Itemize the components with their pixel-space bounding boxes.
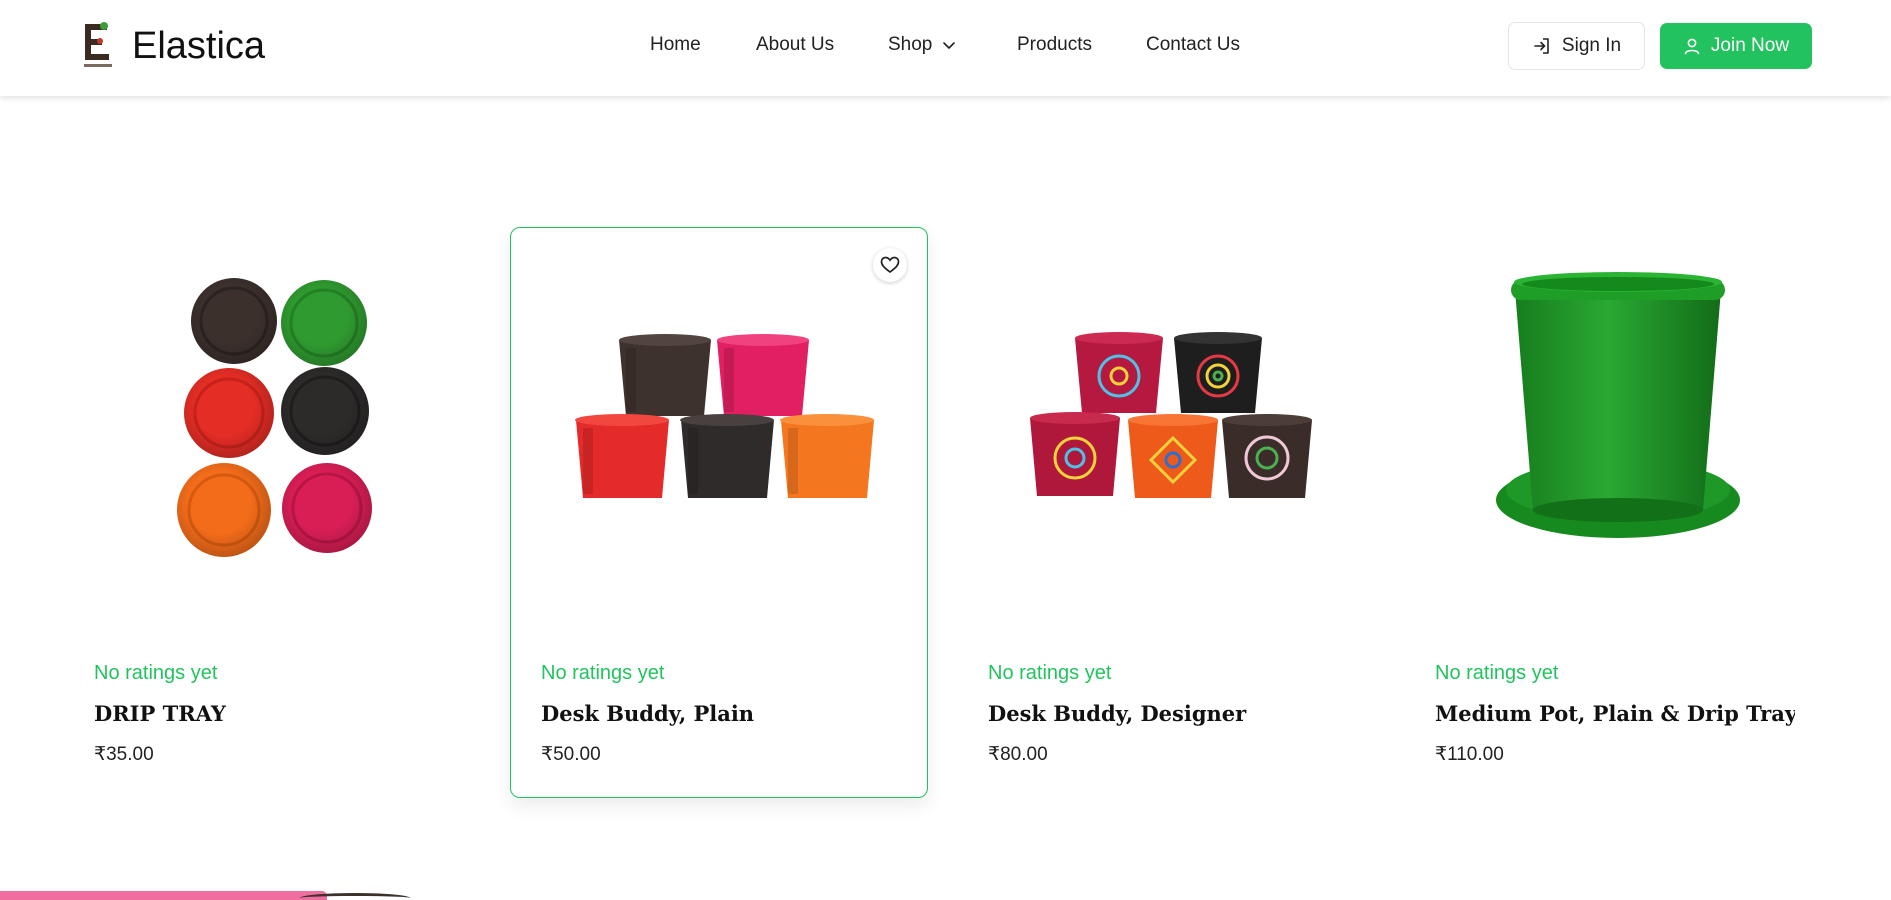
rating-text: No ratings yet bbox=[541, 662, 665, 684]
product-card[interactable]: No ratings yet DRIP TRAY ₹35.00 bbox=[63, 227, 481, 798]
brand-logo[interactable]: Elastica bbox=[82, 20, 265, 72]
nav-shop-label: Shop bbox=[888, 34, 933, 55]
chevron-down-icon bbox=[942, 38, 956, 52]
product-image[interactable] bbox=[64, 228, 480, 628]
product-image[interactable] bbox=[1405, 228, 1821, 628]
nav-home[interactable]: Home bbox=[650, 34, 701, 56]
site-header: Elastica Home About Us Shop Products Con… bbox=[0, 0, 1891, 96]
next-product-image-peek bbox=[300, 893, 410, 900]
rating-text: No ratings yet bbox=[1435, 662, 1559, 684]
product-card[interactable]: No ratings yet Desk Buddy, Plain ₹50.00 bbox=[510, 227, 928, 798]
nav-shop[interactable]: Shop bbox=[888, 34, 956, 56]
logo-mark-icon bbox=[82, 20, 114, 72]
product-price: ₹35.00 bbox=[94, 744, 154, 765]
user-icon bbox=[1684, 38, 1700, 55]
login-arrow-icon bbox=[1534, 38, 1549, 54]
product-card[interactable]: No ratings yet Desk Buddy, Designer ₹80.… bbox=[957, 227, 1375, 798]
product-price: ₹110.00 bbox=[1435, 744, 1504, 765]
product-name[interactable]: DRIP TRAY bbox=[94, 701, 454, 726]
status-toast bbox=[0, 891, 327, 900]
sign-in-button[interactable]: Sign In bbox=[1508, 22, 1645, 70]
product-name[interactable]: Desk Buddy, Designer bbox=[988, 701, 1348, 726]
product-image[interactable] bbox=[511, 228, 927, 628]
product-name[interactable]: Medium Pot, Plain & Drip Tray Set bbox=[1435, 701, 1795, 726]
join-now-label: Join Now bbox=[1710, 35, 1790, 56]
product-card[interactable]: No ratings yet Medium Pot, Plain & Drip … bbox=[1404, 227, 1822, 798]
join-now-button[interactable]: Join Now bbox=[1660, 23, 1812, 69]
sign-in-label: Sign In bbox=[1561, 35, 1622, 56]
product-image[interactable] bbox=[958, 228, 1374, 628]
brand-name: Elastica bbox=[132, 24, 266, 67]
product-name[interactable]: Desk Buddy, Plain bbox=[541, 701, 901, 726]
product-price: ₹80.00 bbox=[988, 744, 1048, 765]
nav-about-us[interactable]: About Us bbox=[756, 34, 834, 56]
nav-products[interactable]: Products bbox=[1017, 34, 1092, 56]
nav-contact-us[interactable]: Contact Us bbox=[1146, 34, 1240, 56]
rating-text: No ratings yet bbox=[988, 662, 1112, 684]
rating-text: No ratings yet bbox=[94, 662, 218, 684]
product-price: ₹50.00 bbox=[541, 744, 601, 765]
